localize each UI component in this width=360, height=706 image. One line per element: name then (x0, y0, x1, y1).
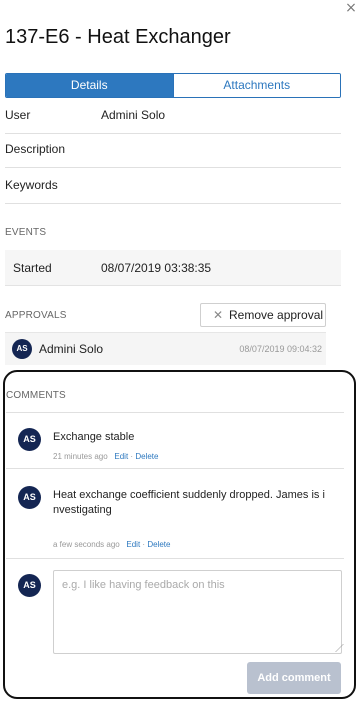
meta-separator: · (142, 540, 146, 549)
field-value: Admini Solo (101, 108, 166, 122)
delete-comment-link[interactable]: Delete (147, 540, 170, 549)
edit-comment-link[interactable]: Edit (126, 540, 140, 549)
tab-details[interactable]: Details (6, 74, 173, 97)
comment-time: 21 minutes ago (53, 452, 108, 461)
meta-separator: · (130, 452, 134, 461)
avatar: AS (18, 574, 41, 597)
avatar: AS (18, 486, 41, 509)
comment-input[interactable] (53, 570, 342, 654)
close-icon[interactable]: × (343, 0, 359, 16)
divider (6, 558, 344, 559)
field-label: Keywords (5, 178, 58, 192)
comment-meta: a few seconds ago Edit · Delete (53, 540, 170, 549)
comment-meta: 21 minutes ago Edit · Delete (53, 452, 158, 461)
remove-approval-label: Remove approval (229, 308, 324, 322)
comment-time: a few seconds ago (53, 540, 120, 549)
approvals-section-label: APPROVALS (5, 310, 67, 321)
comment-text: Exchange stable (53, 431, 135, 443)
event-value: 08/07/2019 03:38:35 (101, 261, 212, 275)
close-icon: ✕ (213, 308, 224, 322)
approver-name: Admini Solo (39, 342, 104, 356)
avatar: AS (12, 339, 32, 359)
comments-panel: COMMENTS AS Exchange stable 21 minutes a… (3, 370, 356, 699)
edit-comment-link[interactable]: Edit (114, 452, 128, 461)
field-row-description: Description (5, 132, 341, 168)
tab-attachments[interactable]: Attachments (172, 74, 340, 97)
add-comment-button[interactable]: Add comment (247, 662, 341, 694)
comment-text: Heat exchange coefficient suddenly dropp… (53, 489, 325, 516)
divider (6, 468, 344, 469)
avatar: AS (18, 428, 41, 451)
approval-row: AS Admini Solo 08/07/2019 09:04:32 (5, 332, 326, 365)
field-label: User (5, 108, 31, 122)
page-title: 137-E6 - Heat Exchanger (5, 26, 231, 48)
comments-section-label: COMMENTS (6, 390, 66, 401)
approval-date: 08/07/2019 09:04:32 (239, 344, 322, 354)
field-row-keywords: Keywords (5, 168, 341, 204)
delete-comment-link[interactable]: Delete (135, 452, 158, 461)
event-row: Started 08/07/2019 03:38:35 (5, 250, 341, 286)
remove-approval-button[interactable]: ✕ Remove approval (200, 303, 326, 327)
field-row-user: User Admini Solo (5, 98, 341, 134)
divider (6, 412, 344, 413)
event-label: Started (13, 261, 52, 275)
details-panel: User Admini Solo Description Keywords EV… (0, 98, 360, 706)
field-label: Description (5, 142, 66, 156)
tab-bar: Details Attachments (5, 73, 341, 98)
events-section-label: EVENTS (5, 227, 47, 238)
